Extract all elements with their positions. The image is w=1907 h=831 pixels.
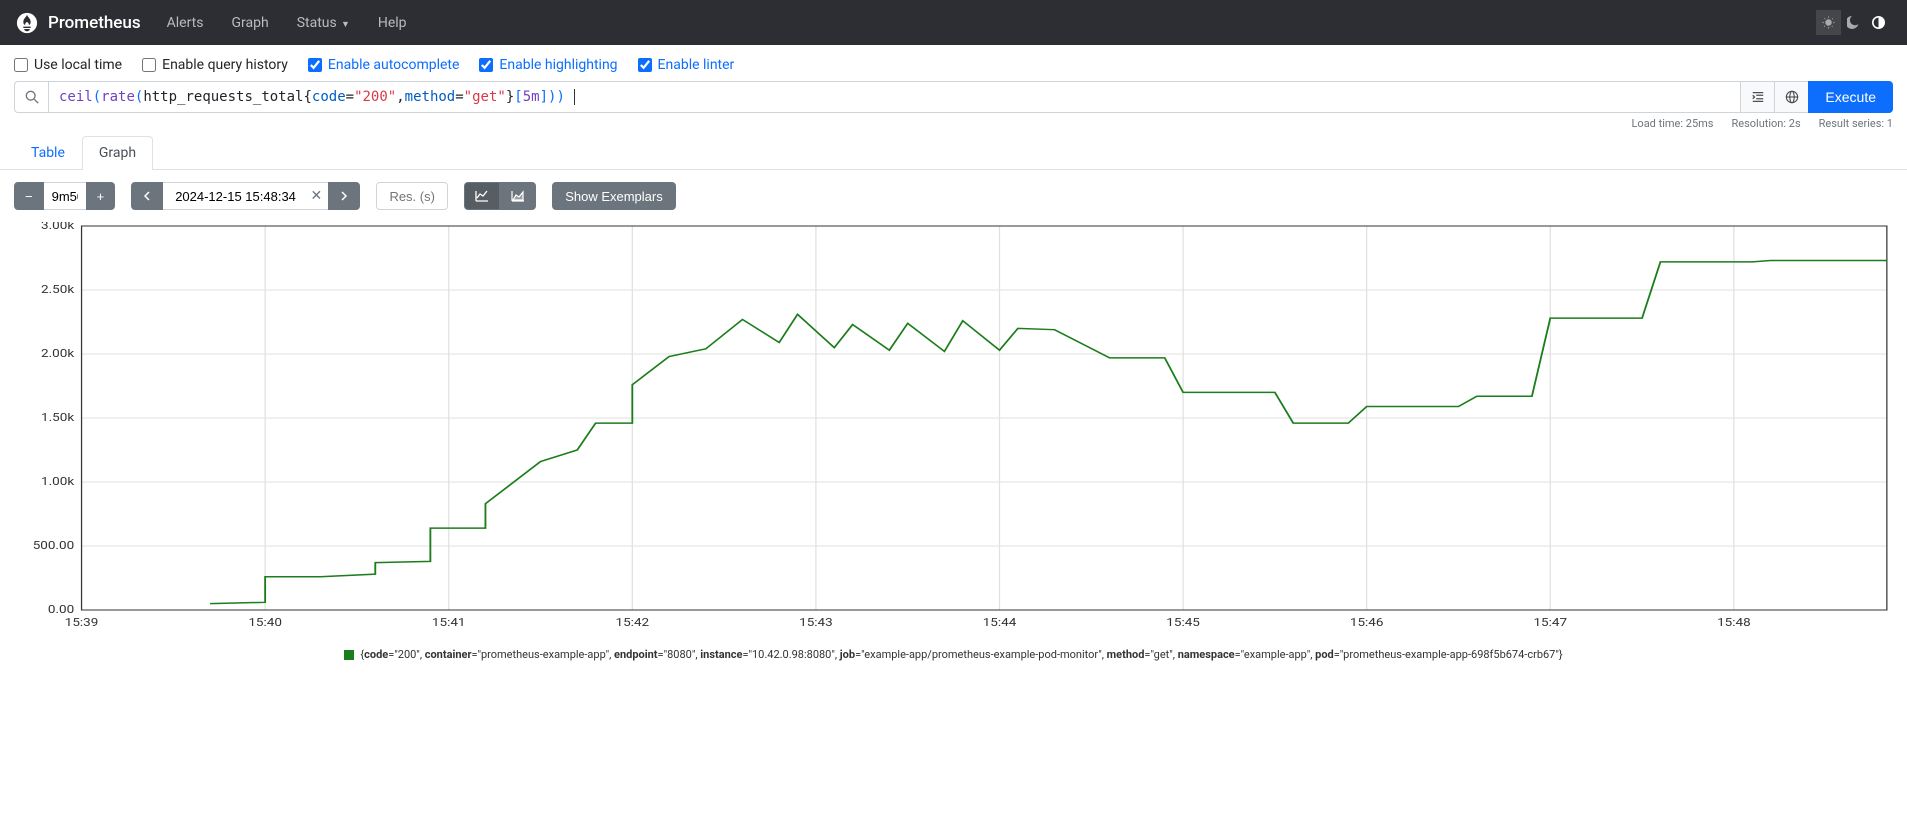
theme-auto-button[interactable]: [1816, 10, 1841, 35]
format-query-button[interactable]: [1741, 81, 1775, 113]
theme-light-button[interactable]: [1866, 10, 1891, 35]
brand-link[interactable]: Prometheus: [16, 12, 141, 34]
result-series-stat: Result series: 1: [1819, 117, 1893, 130]
svg-text:15:46: 15:46: [1350, 617, 1384, 630]
use-local-time-checkbox[interactable]: [14, 58, 28, 72]
tabs: Table Graph: [0, 136, 1907, 170]
svg-text:15:47: 15:47: [1533, 617, 1567, 630]
svg-text:15:39: 15:39: [65, 617, 99, 630]
svg-text:2.00k: 2.00k: [41, 348, 75, 361]
enable-linter-label: Enable linter: [658, 57, 735, 73]
legend-swatch: [344, 650, 354, 660]
resolution-input[interactable]: [376, 182, 448, 210]
time-next-button[interactable]: [328, 182, 360, 210]
svg-text:3.00k: 3.00k: [41, 222, 75, 233]
svg-text:0.00: 0.00: [48, 604, 74, 617]
svg-text:1.50k: 1.50k: [41, 412, 75, 425]
enable-linter-checkbox[interactable]: [638, 58, 652, 72]
chevron-down-icon: ▼: [339, 20, 350, 30]
range-increase-button[interactable]: +: [86, 182, 116, 210]
explain-query-button[interactable]: [1775, 81, 1809, 113]
line-chart-button[interactable]: [464, 182, 500, 210]
query-row: ceil(rate(http_requests_total{code="200"…: [0, 77, 1907, 113]
line-chart-icon: [475, 190, 489, 202]
graph-controls: − + ✕ Show Exemplars: [0, 170, 1907, 222]
legend[interactable]: {code="200", container="prometheus-examp…: [0, 640, 1907, 669]
range-decrease-button[interactable]: −: [14, 182, 44, 210]
prometheus-logo-icon: [16, 12, 38, 34]
chevron-left-icon: [142, 191, 152, 201]
execute-button[interactable]: Execute: [1808, 81, 1893, 113]
time-prev-button[interactable]: [131, 182, 163, 210]
chart-area: 0.00 500.00 1.00k 1.50k 2.00k 2.50k 3.00k 15:39…: [0, 222, 1907, 640]
tab-graph[interactable]: Graph: [82, 136, 153, 170]
brand-text: Prometheus: [48, 13, 141, 33]
end-time-input[interactable]: [163, 182, 328, 210]
nav-status[interactable]: Status ▼: [287, 15, 360, 31]
enable-query-history-label: Enable query history: [162, 57, 288, 73]
contrast-icon: [1872, 16, 1885, 29]
svg-text:15:42: 15:42: [616, 617, 650, 630]
use-local-time-label: Use local time: [34, 57, 122, 73]
svg-text:15:43: 15:43: [799, 617, 833, 630]
navbar: Prometheus Alerts Graph Status ▼ Help: [0, 0, 1907, 45]
moon-icon: [1847, 16, 1860, 29]
svg-text:15:41: 15:41: [432, 617, 466, 630]
chart-svg[interactable]: 0.00 500.00 1.00k 1.50k 2.00k 2.50k 3.00k 15:39…: [14, 222, 1893, 630]
svg-text:15:48: 15:48: [1717, 617, 1751, 630]
enable-autocomplete-checkbox[interactable]: [308, 58, 322, 72]
globe-icon: [1785, 90, 1799, 104]
nav-help[interactable]: Help: [368, 15, 417, 31]
svg-text:15:45: 15:45: [1166, 617, 1200, 630]
svg-text:2.50k: 2.50k: [41, 284, 75, 297]
indent-icon: [1751, 90, 1765, 104]
query-stats: Load time: 25ms Resolution: 2s Result se…: [0, 113, 1907, 136]
area-chart-icon: [511, 190, 525, 202]
svg-text:500.00: 500.00: [33, 540, 75, 553]
stacked-chart-button[interactable]: [500, 182, 536, 210]
gear-icon: [1822, 16, 1835, 29]
svg-text:1.00k: 1.00k: [41, 476, 75, 489]
enable-autocomplete-label: Enable autocomplete: [328, 57, 460, 73]
show-exemplars-button[interactable]: Show Exemplars: [552, 182, 676, 210]
nav-graph[interactable]: Graph: [221, 15, 278, 31]
enable-highlighting-label: Enable highlighting: [499, 57, 617, 73]
chevron-right-icon: [339, 191, 349, 201]
theme-dark-button[interactable]: [1841, 10, 1866, 35]
tab-table[interactable]: Table: [14, 136, 82, 169]
svg-text:15:40: 15:40: [248, 617, 282, 630]
resolution-stat: Resolution: 2s: [1731, 117, 1800, 130]
nav-alerts[interactable]: Alerts: [157, 15, 214, 31]
query-input[interactable]: ceil(rate(http_requests_total{code="200"…: [48, 81, 1741, 113]
range-input[interactable]: [44, 182, 86, 210]
load-time-stat: Load time: 25ms: [1632, 117, 1714, 130]
legend-text: {code="200", container="prometheus-examp…: [360, 648, 1562, 661]
options-bar: Use local time Enable query history Enab…: [0, 45, 1907, 77]
svg-text:15:44: 15:44: [983, 617, 1017, 630]
enable-highlighting-checkbox[interactable]: [479, 58, 493, 72]
enable-query-history-checkbox[interactable]: [142, 58, 156, 72]
search-icon: [14, 81, 48, 113]
